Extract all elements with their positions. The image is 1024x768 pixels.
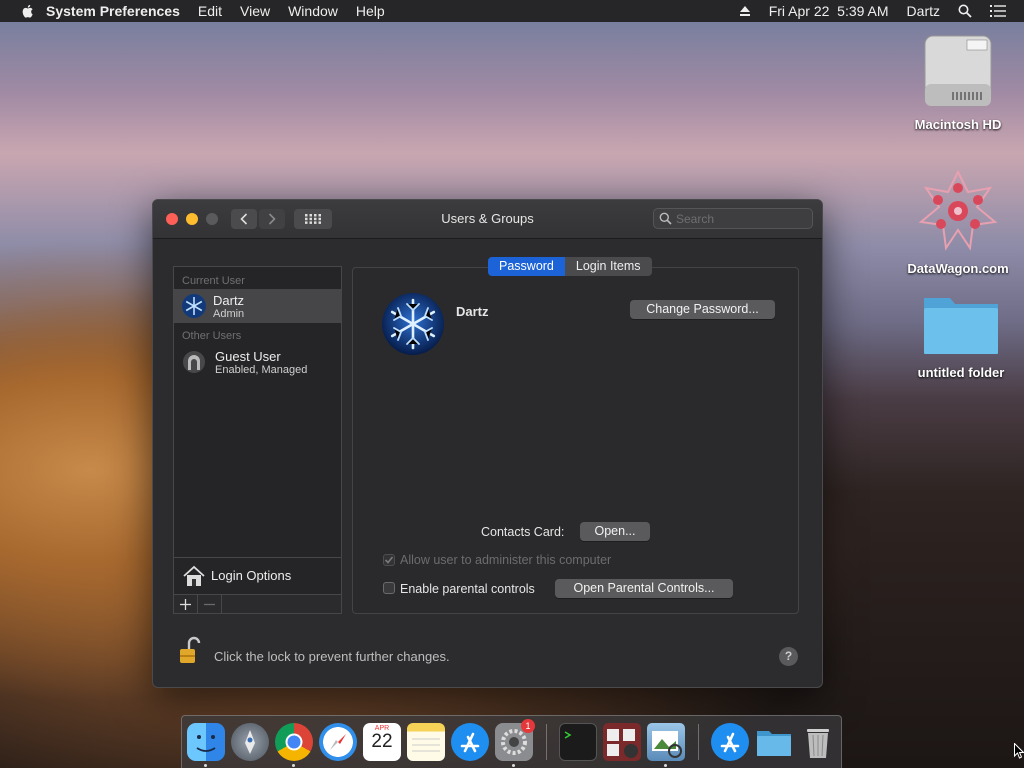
dock-calendar-icon[interactable]: APR 22 [363,723,401,761]
user-avatar-snowflake-icon[interactable] [381,292,445,356]
running-indicator [664,764,667,767]
menu-view[interactable]: View [240,3,270,19]
contacts-card-label: Contacts Card: [481,525,565,539]
finder-face-icon [196,735,216,752]
add-user-button[interactable] [174,595,198,613]
remove-user-button[interactable] [198,595,222,613]
house-icon [183,565,205,586]
users-groups-window: Users & Groups Current User Dartz Admin … [152,199,823,688]
menu-window[interactable]: Window [288,3,338,19]
dock-notes-icon[interactable] [407,723,445,761]
help-button[interactable]: ? [779,647,798,666]
desktop-macintosh-hd[interactable]: Macintosh HD [903,32,1013,132]
parental-controls-label: Enable parental controls [400,582,535,596]
trash-icon [807,729,829,758]
dock-chrome-icon[interactable] [275,723,313,761]
datawagon-logo-icon [918,169,998,251]
user-row-current[interactable]: Dartz Admin [174,289,341,323]
compass-icon [330,734,346,750]
minus-icon [204,603,215,605]
checkmark-icon [384,556,394,564]
contacts-card-open-button[interactable]: Open... [580,522,650,541]
desktop-icon-label: untitled folder [917,365,1005,380]
tab-login-items[interactable]: Login Items [564,257,652,276]
change-password-button[interactable]: Change Password... [630,300,775,319]
preview-photos-icon [652,731,682,758]
calendar-day: 22 [371,731,393,752]
photo-strip-icon [607,729,638,758]
open-parental-controls-button[interactable]: Open Parental Controls... [555,579,733,598]
folder-icon [757,731,791,756]
running-indicator [292,764,295,767]
dock-separator [698,724,699,760]
app-store-a-icon [460,732,480,753]
snowflake-avatar-icon [182,294,206,318]
allow-admin-checkbox[interactable] [383,554,395,566]
rocket-icon [245,730,255,754]
notification-center-icon[interactable] [990,5,1006,17]
running-indicator [204,764,207,767]
running-indicator [512,764,515,767]
menu-clock[interactable]: Fri Apr 22 5:39 AM [769,3,889,19]
dock-finder-icon[interactable] [187,723,225,761]
add-remove-bar [173,594,342,614]
detail-tabs: Password Login Items [488,257,652,276]
user-name: Dartz [213,292,245,308]
guest-user-icon [183,351,205,373]
chrome-logo-icon [285,733,303,751]
menu-user[interactable]: Dartz [907,3,940,19]
parental-controls-checkbox[interactable] [383,582,395,594]
window-titlebar[interactable]: Users & Groups [153,200,822,239]
current-user-header: Current User [182,275,245,287]
dock-separator [546,724,547,760]
lock-message: Click the lock to prevent further change… [214,649,450,664]
mouse-cursor-icon [1014,743,1024,759]
menu-edit[interactable]: Edit [198,3,222,19]
desktop-icon-label: DataWagon.com [907,261,1009,276]
spotlight-search-icon[interactable] [958,4,972,18]
user-role: Admin [213,307,245,320]
desktop-icon-label: Macintosh HD [914,117,1002,132]
menu-help[interactable]: Help [356,3,385,19]
dock-app-store-stack-icon[interactable] [711,723,749,761]
search-icon [659,212,672,225]
desktop-untitled-folder[interactable]: untitled folder [906,290,1016,380]
allow-admin-label: Allow user to administer this computer [400,553,612,567]
app-store-a-icon [720,732,740,753]
user-name: Guest User [215,348,281,364]
login-options-label: Login Options [211,568,292,583]
dock-launchpad-icon[interactable] [231,723,269,761]
hard-drive-icon [924,35,992,107]
dock-system-preferences-icon[interactable]: 1 [495,719,535,761]
dock: APR 22 1 [181,715,842,768]
eject-icon[interactable] [739,5,751,17]
dock-terminal-icon[interactable] [559,723,597,761]
search-input[interactable] [672,211,796,226]
folder-icon [924,298,998,354]
menu-app-name[interactable]: System Preferences [46,3,180,19]
tab-password[interactable]: Password [488,257,565,276]
notes-lines-icon [412,738,440,752]
search-field[interactable] [653,208,813,229]
unlocked-padlock-icon[interactable] [179,636,201,666]
dock-photo-booth-icon[interactable] [603,723,641,761]
terminal-prompt-icon [564,731,572,739]
users-sidebar: Current User Dartz Admin Other Users Gue… [173,266,342,614]
user-row-guest[interactable]: Guest User Enabled, Managed [174,345,341,379]
dock-preview-icon[interactable] [647,723,685,761]
login-options-item[interactable]: Login Options [174,557,341,593]
other-users-header: Other Users [182,330,242,342]
dock-app-store-icon[interactable] [451,723,489,761]
user-role: Enabled, Managed [215,363,308,376]
dock-trash-icon[interactable] [799,723,837,761]
menu-bar: System Preferences Edit View Window Help… [0,0,1024,22]
detail-user-name: Dartz [456,304,489,319]
apple-menu-icon[interactable] [20,3,36,19]
plus-icon [180,598,191,610]
dock-safari-icon[interactable] [319,723,357,761]
dock-downloads-folder-icon[interactable] [755,723,793,761]
desktop-datawagon[interactable]: DataWagon.com [903,168,1013,276]
notification-badge: 1 [521,719,535,733]
